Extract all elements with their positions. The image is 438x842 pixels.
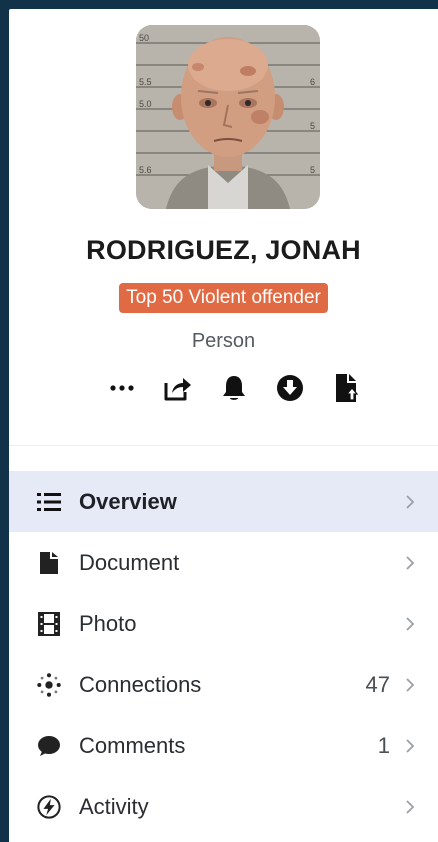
mark-2: 5.5	[139, 77, 152, 87]
entity-type: Person	[191, 330, 256, 352]
chevron-right-icon	[406, 738, 415, 753]
list-icon	[37, 490, 61, 514]
menu-count-connections: 47	[365, 671, 390, 697]
menu-count-comments: 1	[377, 732, 390, 758]
side-menu: Overview Document Photo Connections 47 C…	[9, 471, 438, 837]
menu-item-overview[interactable]: Overview	[9, 471, 438, 532]
menu-item-comments[interactable]: Comments 1	[9, 715, 438, 776]
menu-item-activity[interactable]: Activity	[9, 776, 438, 837]
file-upload-icon[interactable]	[329, 371, 363, 405]
chevron-right-icon	[406, 677, 415, 692]
mark-3: 5.0	[139, 99, 152, 109]
film-icon	[37, 611, 61, 636]
section-divider	[9, 445, 438, 446]
activity-icon	[37, 794, 61, 819]
action-bar	[105, 371, 363, 405]
menu-label-activity: Activity	[79, 793, 149, 819]
mark-1: 50	[139, 33, 149, 43]
menu-label-document: Document	[79, 549, 180, 575]
menu-label-photo: Photo	[79, 610, 137, 636]
mark-4: 5.6	[139, 165, 152, 175]
comment-icon	[37, 734, 61, 758]
chevron-right-icon	[406, 555, 415, 570]
menu-item-connections[interactable]: Connections 47	[9, 654, 438, 715]
chevron-right-icon	[406, 494, 415, 509]
menu-label-overview: Overview	[79, 488, 177, 514]
entity-panel: 50 5.5 5.0 5.6 6 5 5 RODRIGUEZ, JONAH To…	[9, 9, 438, 842]
offender-badge: Top 50 Violent offender	[119, 283, 328, 313]
menu-item-document[interactable]: Document	[9, 532, 438, 593]
mugshot-photo: 50 5.5 5.0 5.6 6 5 5	[136, 25, 320, 209]
mark-7: 5	[310, 165, 315, 175]
mark-6: 5	[310, 121, 315, 131]
more-dots-icon[interactable]	[105, 371, 139, 405]
chevron-right-icon	[406, 616, 415, 631]
entity-name: RODRIGUEZ, JONAH	[86, 235, 361, 265]
share-icon[interactable]	[161, 371, 195, 405]
bell-icon[interactable]	[217, 371, 251, 405]
download-icon[interactable]	[273, 371, 307, 405]
mark-5: 6	[310, 77, 315, 87]
menu-item-photo[interactable]: Photo	[9, 593, 438, 654]
menu-label-connections: Connections	[79, 671, 202, 697]
chevron-right-icon	[406, 799, 415, 814]
document-icon	[37, 551, 61, 575]
menu-label-comments: Comments	[79, 732, 186, 758]
connections-icon	[37, 672, 61, 697]
